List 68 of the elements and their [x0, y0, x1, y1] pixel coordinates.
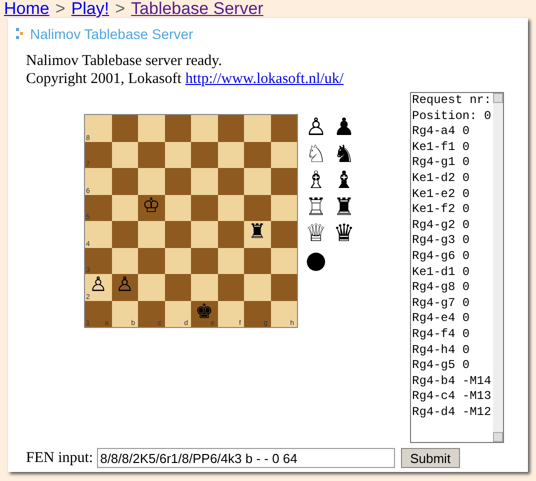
scrollbar[interactable]: [493, 93, 503, 442]
breadcrumb-separator: >: [55, 0, 66, 18]
result-line: Rg4-f4 0: [412, 326, 471, 342]
breadcrumb-link[interactable]: Home: [4, 0, 50, 18]
board-square[interactable]: ♙: [112, 274, 138, 300]
result-line: Rg4-g2 0: [412, 218, 471, 234]
scroll-down-icon[interactable]: [493, 432, 503, 442]
chess-piece[interactable]: ♚: [195, 302, 214, 320]
board-square[interactable]: [112, 142, 138, 168]
palette-piece[interactable]: ♘: [302, 140, 330, 167]
scroll-up-icon[interactable]: [493, 93, 503, 103]
fen-input[interactable]: 8/8/8/2K5/6r1/8/PP6/4k3 b - - 0 64: [97, 448, 396, 468]
result-line: Rg4-g7 0: [412, 296, 471, 312]
board-square[interactable]: [270, 248, 297, 274]
chess-piece[interactable]: ♙: [89, 275, 108, 294]
chess-piece[interactable]: ♔: [142, 196, 160, 214]
result-line: Ke1-e2 0: [412, 186, 471, 202]
breadcrumb-link[interactable]: Play!: [71, 0, 110, 18]
palette-piece[interactable]: ♛: [330, 220, 358, 246]
copyright-text: Copyright 2001, Lokasoft: [26, 70, 182, 88]
chess-piece[interactable]: ♜: [248, 222, 266, 241]
board-square[interactable]: [112, 248, 138, 274]
result-line: Ke1-f1 0: [412, 140, 471, 156]
board-square[interactable]: [218, 142, 244, 168]
chess-piece[interactable]: ♙: [116, 275, 134, 294]
result-line: Rg4-g5 0: [412, 358, 471, 374]
result-line: Rg4-h4 0: [412, 342, 471, 358]
palette-piece[interactable]: ●: [302, 246, 330, 273]
board-square[interactable]: [270, 142, 297, 168]
palette-piece[interactable]: ♞: [330, 140, 358, 167]
result-line: Rg4-g1 0: [412, 155, 471, 171]
result-line: Rg4-e4 0: [412, 311, 471, 327]
breadcrumb-separator: >: [115, 0, 126, 18]
palette-piece[interactable]: ♖: [302, 194, 330, 220]
result-line: Rg4-c4 -M13: [412, 389, 492, 405]
board-square[interactable]: [164, 142, 191, 168]
palette-piece[interactable]: ♜: [330, 194, 358, 220]
palette-piece[interactable]: ♗: [302, 167, 330, 194]
result-line: Rg4-b4 -M14: [412, 374, 492, 390]
result-line: Rg4-g3 0: [412, 233, 471, 249]
result-line: Request nr:: [412, 93, 492, 109]
result-line: Ke1-d2 0: [412, 170, 471, 187]
bullet-icon: [16, 28, 24, 40]
result-line: Rg4-g8 0: [412, 280, 471, 296]
page-heading: Nalimov Tablebase Server: [30, 24, 194, 44]
result-line: Rg4-d4 -M12: [412, 404, 492, 420]
palette-piece[interactable]: ♟: [330, 114, 358, 140]
status-text: Nalimov Tablebase server ready.: [26, 52, 223, 70]
result-line: Rg4-g6 0: [412, 248, 471, 265]
palette-piece[interactable]: ♕: [302, 220, 330, 246]
result-line: Position: 0: [412, 108, 492, 124]
board-square[interactable]: [164, 194, 191, 221]
submit-button[interactable]: Submit: [401, 448, 460, 468]
result-line: Rg4-a4 0: [412, 124, 471, 140]
board-square[interactable]: ♜: [244, 221, 270, 248]
board-square[interactable]: [112, 194, 138, 221]
board-square[interactable]: ♔: [138, 194, 164, 221]
website-link[interactable]: http://www.lokasoft.nl/uk/: [185, 70, 344, 88]
breadcrumb-link[interactable]: Tablebase Server: [131, 0, 264, 18]
board-square[interactable]: [218, 248, 244, 274]
result-line: Ke1-d1 0: [412, 264, 471, 280]
board-square[interactable]: [164, 248, 191, 274]
fen-label: FEN input:: [26, 449, 94, 468]
palette-piece[interactable]: ♝: [330, 167, 358, 194]
board-square[interactable]: [218, 194, 244, 221]
palette-piece[interactable]: ♙: [302, 114, 330, 140]
board-square[interactable]: [270, 194, 297, 221]
result-line: Ke1-f2 0: [412, 202, 471, 218]
